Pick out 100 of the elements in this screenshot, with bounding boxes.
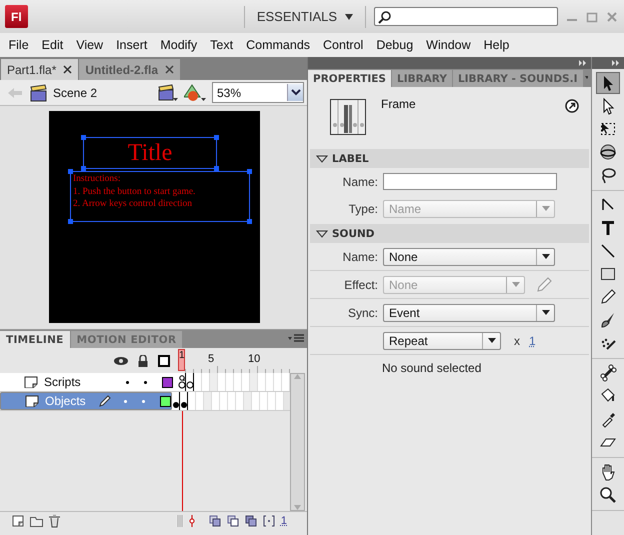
grip-icon [176,515,183,527]
layer-row[interactable]: Scripts [0,373,178,391]
menu-item[interactable]: View [70,38,110,52]
caret-icon [542,254,550,259]
layer-icon [24,376,38,388]
edit-frames-icon[interactable] [244,515,257,527]
text-tool-icon [599,219,617,237]
frame-number: 10 [248,353,260,365]
tool-button[interactable] [596,72,620,94]
visible-dot[interactable] [126,380,129,384]
pencil-icon [98,394,112,408]
panel-tab[interactable]: PROPERTIES [308,70,391,87]
menu-item[interactable]: Modify [154,38,204,52]
title-text: Title [128,141,172,165]
caret-icon [542,310,550,315]
layer-name: Objects [45,394,86,408]
field-label: Effect: [343,278,378,292]
visible-dot[interactable] [124,400,127,402]
collapse-icon[interactable] [612,60,620,66]
resize-handle[interactable] [68,169,73,174]
menu-item[interactable]: File [2,38,36,52]
status-message: No sound selected [381,360,482,375]
unlocked-dot[interactable] [144,380,147,384]
frame-thumbnail-icon [330,99,366,135]
chevron-down-icon [290,89,300,96]
outline-square-icon[interactable] [158,354,170,366]
trash-icon[interactable] [49,514,60,528]
title-text-box[interactable]: Title [83,137,217,169]
rectangle-icon [599,265,617,283]
clapperboard-icon[interactable] [158,84,178,102]
search-field[interactable] [374,7,558,26]
script-keyframe-icon[interactable] [178,375,185,389]
eye-icon[interactable] [114,356,128,366]
frame-number: 5 [208,353,214,365]
dropdown[interactable]: Event [383,304,555,322]
field-label: Name: [342,250,378,264]
menu-item[interactable]: Help [477,38,516,52]
close-icon[interactable] [63,65,72,74]
dropdown[interactable]: Repeat [383,332,501,350]
menu-item[interactable]: Edit [35,38,70,52]
repeat-count[interactable]: 1 [529,334,536,348]
scene-label[interactable]: Scene 2 [53,86,98,100]
close-icon[interactable] [165,65,174,74]
resize-handle[interactable] [81,135,86,140]
workspace-switcher[interactable]: ESSENTIALS [252,9,358,24]
panel-menu-icon[interactable] [288,334,304,344]
panel-tab[interactable]: TIMELINE [0,331,70,348]
onion-outline-icon[interactable] [226,515,239,527]
resize-handle[interactable] [81,166,86,171]
keyframe-dot[interactable] [172,402,178,408]
menu-item[interactable]: Text [204,38,240,52]
caret-icon [345,14,354,20]
center-frame-icon[interactable] [188,515,195,527]
resize-handle[interactable] [247,169,252,174]
unlocked-dot[interactable] [142,400,145,402]
lasso-icon [599,166,617,184]
playhead-marker[interactable]: 1 [178,349,185,371]
document-tab[interactable]: Part1.fla* [1,59,78,80]
line-icon [599,242,617,260]
layer-name: Scripts [44,375,81,389]
section-title: LABEL [332,152,369,164]
keyframe-dot[interactable] [180,402,186,408]
times-sign: x [514,334,520,348]
magnifier-icon [599,486,617,504]
field-label: Type: [348,202,378,216]
selection-type-label: Frame [381,97,416,111]
instructions-text-box[interactable]: Instructions: 1. Push the button to start game. 2. Arrow keys control direction [70,171,250,222]
menu-item[interactable]: Insert [110,38,154,52]
layer-color-swatch[interactable] [160,396,171,406]
text-input[interactable] [383,173,557,190]
lock-icon[interactable] [138,354,148,366]
resize-handle[interactable] [68,219,73,224]
section-header[interactable]: SOUND [310,224,589,243]
keyframe-cell[interactable] [172,392,180,410]
keyframe-cell[interactable] [180,392,188,410]
zoom-dropdown[interactable]: 53% [212,82,304,103]
app-logo: Fl [5,5,28,28]
section-title: SOUND [332,228,375,240]
new-layer-icon[interactable] [12,515,24,527]
menu-item[interactable]: Commands [240,38,317,52]
folder-icon[interactable] [30,516,43,526]
menu-item[interactable]: Window [420,38,478,52]
section-header[interactable]: LABEL [310,149,589,168]
collapse-icon[interactable] [579,60,587,66]
field-label: Sync: [346,306,378,320]
resize-handle[interactable] [214,166,219,171]
onion-skin-icon[interactable] [208,515,221,527]
pencil-icon [599,288,617,306]
marker-bracket-icon[interactable] [262,515,275,527]
resize-handle[interactable] [247,219,252,224]
menu-item[interactable]: Control [316,38,370,52]
layer-color-swatch[interactable] [162,376,173,388]
dropdown[interactable]: None [383,248,555,266]
sphere-icon [599,143,617,161]
shapes-icon[interactable] [184,84,206,102]
current-frame-number[interactable]: 1 [280,515,287,527]
help-link-icon[interactable] [565,99,579,113]
resize-handle[interactable] [214,135,219,140]
menu-item[interactable]: Debug [370,38,420,52]
search-icon [378,10,392,24]
